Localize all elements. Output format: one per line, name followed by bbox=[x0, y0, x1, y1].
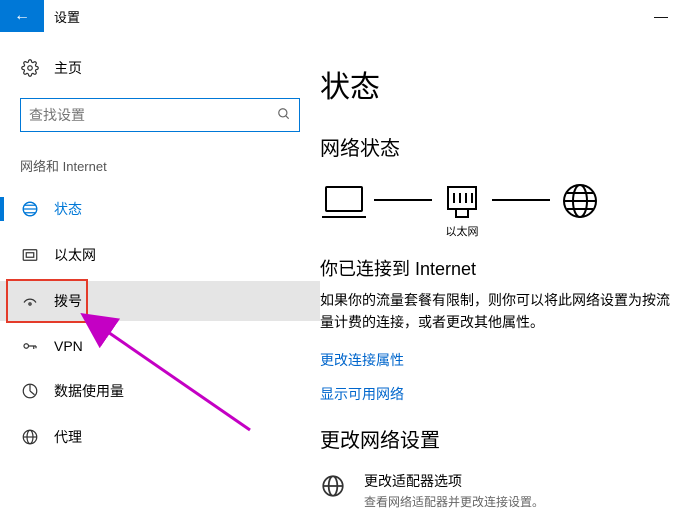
main-content: 状态 网络状态 以太网 你已连接到 Internet 如果你的流量套餐有限制，则… bbox=[320, 32, 683, 512]
sidebar: 主页 网络和 Internet 状态 以太网 拨号 bbox=[0, 32, 320, 512]
sidebar-item-label: 代理 bbox=[54, 427, 82, 447]
connected-description: 如果你的流量套餐有限制，则你可以将此网络设置为按流量计费的连接，或者更改其他属性… bbox=[320, 289, 683, 334]
ethernet-node: 以太网 bbox=[438, 181, 486, 237]
change-connection-properties-link[interactable]: 更改连接属性 bbox=[320, 350, 683, 370]
sidebar-section-header: 网络和 Internet bbox=[0, 156, 320, 189]
adapter-icon bbox=[320, 473, 350, 504]
minimize-button[interactable]: — bbox=[639, 0, 683, 32]
home-button[interactable]: 主页 bbox=[0, 52, 320, 84]
sidebar-item-status[interactable]: 状态 bbox=[0, 189, 320, 229]
adapter-subtitle: 查看网络适配器并更改连接设置。 bbox=[364, 493, 544, 510]
connection-line bbox=[374, 199, 432, 201]
sidebar-item-vpn[interactable]: VPN bbox=[0, 327, 320, 365]
search-icon bbox=[277, 107, 291, 124]
window-title: 设置 bbox=[54, 7, 80, 26]
page-heading: 状态 bbox=[320, 62, 683, 106]
adapter-title: 更改适配器选项 bbox=[364, 471, 544, 491]
sidebar-item-label: 拨号 bbox=[54, 291, 82, 311]
globe-node bbox=[556, 181, 604, 237]
connected-title: 你已连接到 Internet bbox=[320, 255, 683, 281]
sidebar-item-data-usage[interactable]: 数据使用量 bbox=[0, 371, 320, 411]
sidebar-item-proxy[interactable]: 代理 bbox=[0, 417, 320, 457]
change-network-settings-heading: 更改网络设置 bbox=[320, 424, 683, 453]
ethernet-icon bbox=[20, 246, 40, 264]
network-status-heading: 网络状态 bbox=[320, 132, 683, 161]
gear-icon bbox=[20, 59, 40, 77]
show-available-networks-link[interactable]: 显示可用网络 bbox=[320, 384, 683, 404]
dialup-icon bbox=[20, 292, 40, 310]
search-input[interactable] bbox=[29, 107, 277, 123]
back-button[interactable]: ← bbox=[0, 0, 44, 32]
sidebar-item-label: 数据使用量 bbox=[54, 381, 124, 401]
device-node bbox=[320, 181, 368, 237]
sidebar-item-label: 状态 bbox=[54, 199, 82, 219]
vpn-icon bbox=[20, 337, 40, 355]
ethernet-caption: 以太网 bbox=[446, 223, 479, 237]
sidebar-item-label: VPN bbox=[54, 338, 83, 354]
network-diagram: 以太网 bbox=[320, 181, 683, 237]
sidebar-item-dialup[interactable]: 拨号 bbox=[0, 281, 320, 321]
sidebar-item-label: 以太网 bbox=[54, 245, 96, 265]
data-usage-icon bbox=[20, 382, 40, 400]
proxy-icon bbox=[20, 428, 40, 446]
home-label: 主页 bbox=[54, 58, 82, 78]
sidebar-item-ethernet[interactable]: 以太网 bbox=[0, 235, 320, 275]
search-input-wrapper[interactable] bbox=[20, 98, 300, 132]
connection-line bbox=[492, 199, 550, 201]
status-icon bbox=[20, 200, 40, 218]
change-adapter-options[interactable]: 更改适配器选项 查看网络适配器并更改连接设置。 bbox=[320, 471, 683, 510]
